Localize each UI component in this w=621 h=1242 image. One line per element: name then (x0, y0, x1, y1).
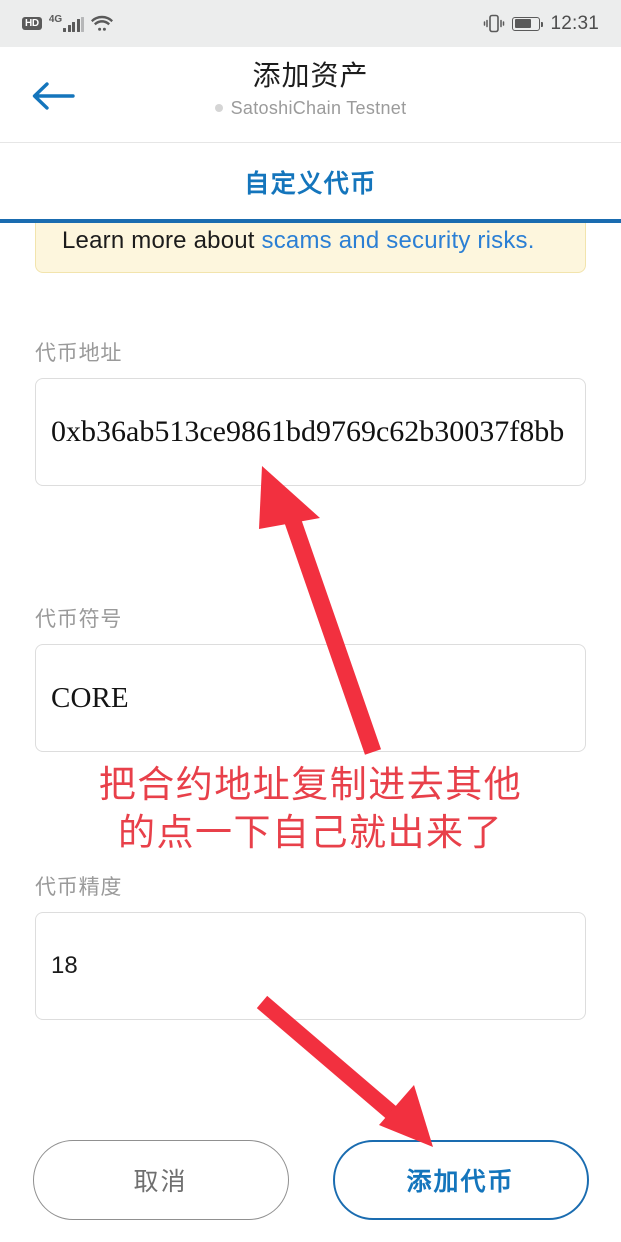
app-header: 添加资产 SatoshiChain Testnet (0, 47, 621, 143)
network-indicator: SatoshiChain Testnet (214, 95, 407, 121)
cancel-button[interactable]: 取消 (32, 1140, 289, 1220)
token-decimals-value: 18 (51, 952, 78, 979)
network-status-dot-icon (214, 104, 223, 112)
header-text-block: 添加资产 SatoshiChain Testnet (0, 57, 621, 121)
vibrate-icon (483, 14, 505, 33)
token-symbol-input[interactable]: CORE (35, 644, 586, 752)
warning-text-plain: Learn more about (62, 227, 262, 254)
status-bar-left: HD 4G (22, 14, 114, 32)
warning-text: Learn more about scams and security risk… (62, 224, 559, 258)
network-name-label: SatoshiChain Testnet (230, 98, 407, 118)
clock-label: 12:31 (550, 12, 599, 34)
annotation-line-1: 把合约地址复制进去其他 (98, 764, 523, 805)
status-bar: HD 4G 12:31 (0, 0, 621, 47)
signal-bars-icon: 4G (48, 14, 85, 32)
wifi-icon (91, 15, 114, 32)
add-token-button[interactable]: 添加代币 (332, 1140, 589, 1220)
token-address-label: 代币地址 (35, 342, 123, 365)
annotation-line-2: 的点一下自己就出来了 (118, 812, 503, 853)
tab-custom-token[interactable]: 自定义代币 (244, 164, 377, 200)
app-screen: HD 4G 12:31 添加资产 SatoshiChain Testnet 自定… (0, 0, 621, 1242)
scams-and-security-risks-link[interactable]: scams and security risks. (262, 227, 535, 254)
token-symbol-field-group: 代币符号 CORE (35, 603, 586, 752)
battery-icon (512, 16, 544, 31)
token-symbol-label: 代币符号 (35, 608, 123, 631)
page-title: 添加资产 (252, 60, 369, 91)
token-decimals-field-group: 代币精度 18 (35, 871, 586, 1020)
signal-strength-bars (63, 17, 85, 32)
scam-warning-banner: Learn more about scams and security risk… (35, 223, 586, 273)
token-symbol-value: CORE (51, 681, 129, 714)
footer-actions: 取消 添加代币 (0, 1133, 621, 1242)
token-decimals-label: 代币精度 (35, 876, 123, 899)
token-decimals-input[interactable]: 18 (35, 912, 586, 1020)
token-address-input[interactable]: 0xb36ab513ce9861bd9769c62b30037f8bb (35, 378, 586, 486)
red-annotation-text: 把合约地址复制进去其他 的点一下自己就出来了 (0, 761, 621, 857)
form-scroll-area[interactable]: Learn more about scams and security risk… (0, 223, 621, 1242)
tab-bar: 自定义代币 (0, 144, 621, 220)
hd-icon: HD (22, 17, 42, 30)
token-address-field-group: 代币地址 0xb36ab513ce9861bd9769c62b30037f8bb (35, 337, 586, 486)
token-address-value: 0xb36ab513ce9861bd9769c62b30037f8bb (51, 415, 565, 448)
status-bar-right: 12:31 (483, 13, 599, 35)
network-type-label: 4G (48, 14, 63, 25)
